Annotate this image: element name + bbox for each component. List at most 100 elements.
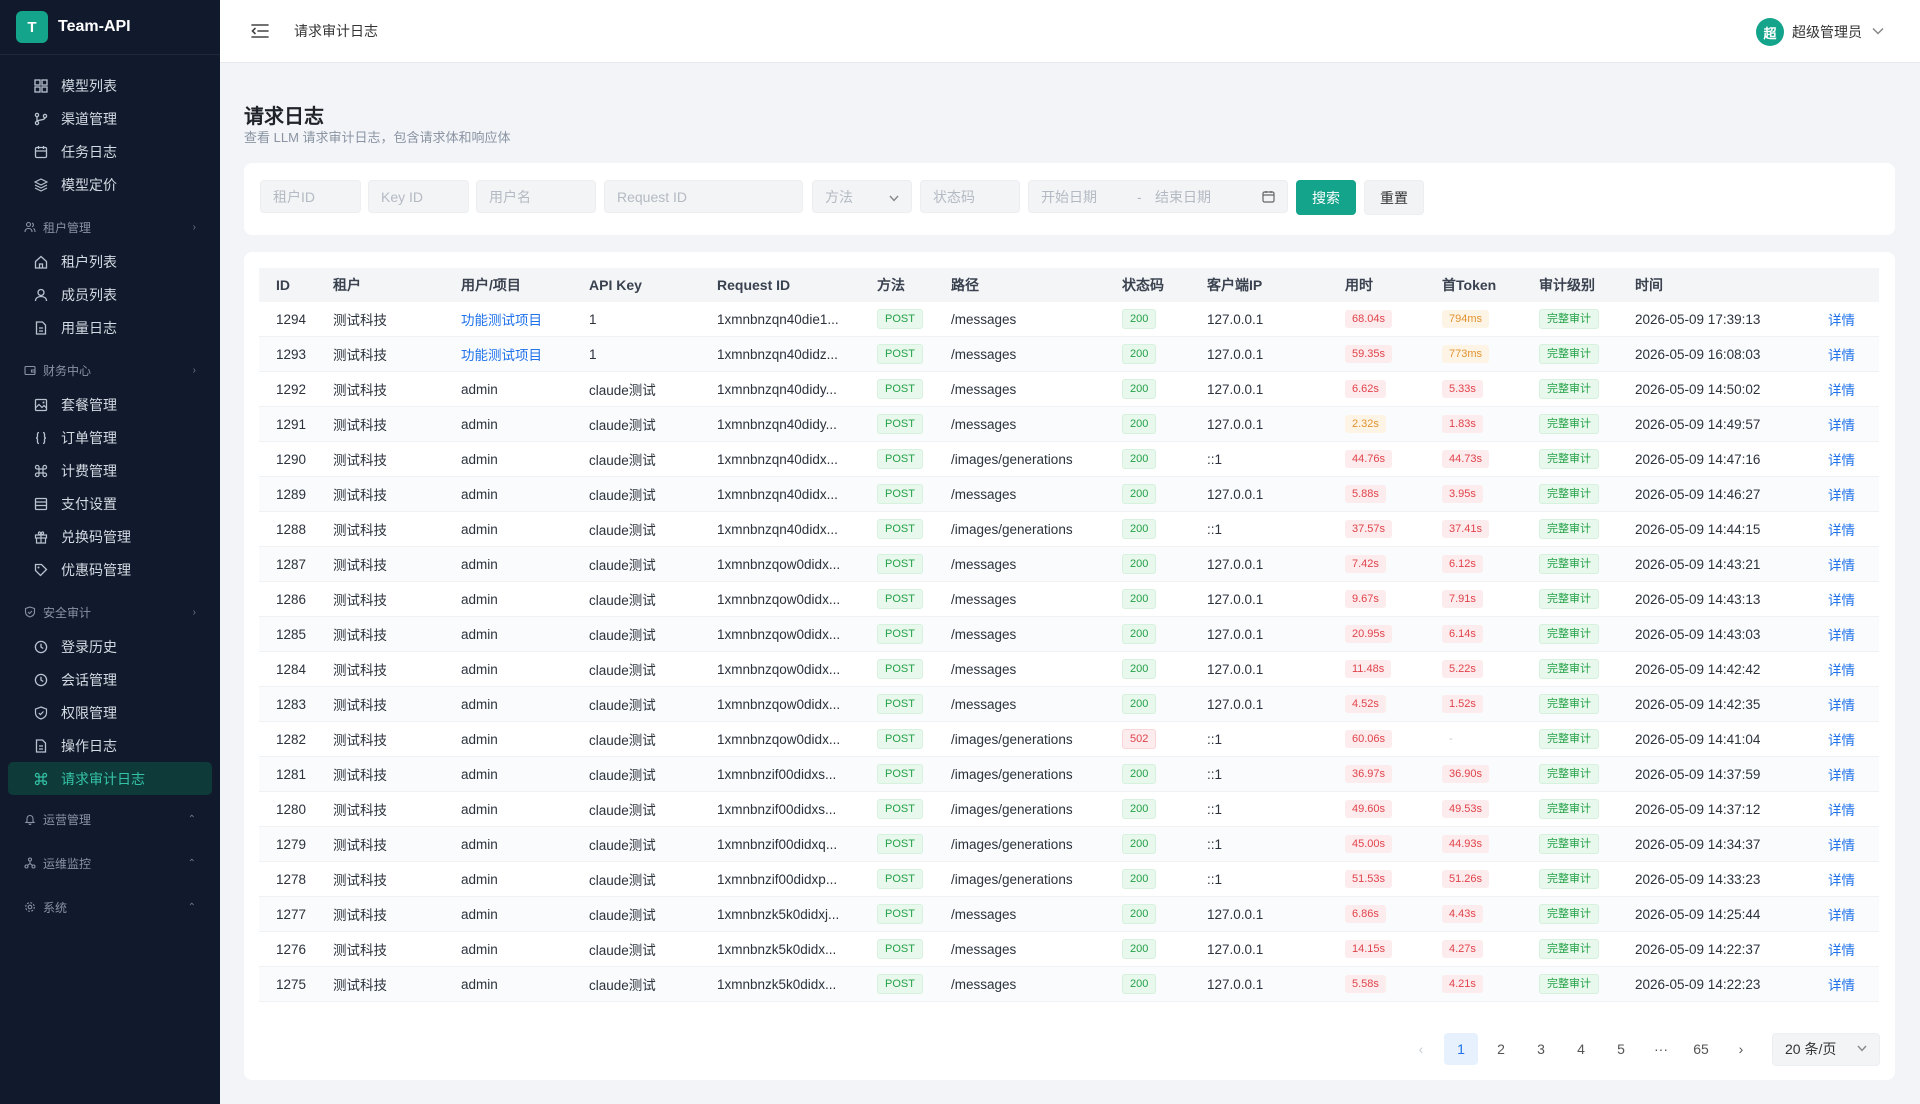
page-button[interactable]: 65 bbox=[1684, 1033, 1718, 1065]
details-link[interactable]: 详情 bbox=[1828, 379, 1879, 399]
prev-page-button[interactable]: ‹ bbox=[1404, 1033, 1438, 1065]
page-button[interactable]: 4 bbox=[1564, 1033, 1598, 1065]
table-row[interactable]: 1290 测试科技 admin claude测试 1xmnbnzqn40didx... P… bbox=[259, 442, 1879, 477]
username-field[interactable] bbox=[476, 180, 596, 213]
sidebar-item[interactable]: 登录历史 bbox=[8, 630, 212, 663]
details-link[interactable]: 详情 bbox=[1828, 729, 1879, 749]
next-page-button[interactable]: › bbox=[1724, 1033, 1758, 1065]
table-row[interactable]: 1276 测试科技 admin claude测试 1xmnbnzk5k0didx... P… bbox=[259, 932, 1879, 967]
cell-path: /messages bbox=[951, 486, 1017, 502]
date-range-picker[interactable]: 开始日期 - 结束日期 bbox=[1028, 180, 1288, 213]
brand[interactable]: T Team-API bbox=[0, 0, 220, 55]
table-row[interactable]: 1275 测试科技 admin claude测试 1xmnbnzk5k0didx... P… bbox=[259, 967, 1879, 1002]
sidebar-item[interactable]: 支付设置 bbox=[8, 487, 212, 520]
request-id-field[interactable] bbox=[604, 180, 803, 213]
table-row[interactable]: 1277 测试科技 admin claude测试 1xmnbnzk5k0didxj...… bbox=[259, 897, 1879, 932]
search-button[interactable]: 搜索 bbox=[1296, 180, 1356, 215]
details-link[interactable]: 详情 bbox=[1828, 449, 1879, 469]
tenant-id-field[interactable] bbox=[260, 180, 361, 213]
sidebar-item[interactable]: 模型定价 bbox=[8, 168, 212, 201]
sidebar-item[interactable]: 成员列表 bbox=[8, 278, 212, 311]
sidebar-group[interactable]: 安全审计 › bbox=[8, 594, 212, 630]
details-link[interactable]: 详情 bbox=[1828, 869, 1879, 889]
table-row[interactable]: 1293 测试科技 功能测试项目 1 1xmnbnzqn40didz... POST/me… bbox=[259, 337, 1879, 372]
sidebar-item[interactable]: 用量日志 bbox=[8, 311, 212, 344]
page-button[interactable]: 1 bbox=[1444, 1033, 1478, 1065]
menu-toggle-icon[interactable] bbox=[250, 21, 270, 41]
table-row[interactable]: 1294 测试科技 功能测试项目 1 1xmnbnzqn40die1... POST/me… bbox=[259, 302, 1879, 337]
page-button[interactable]: 2 bbox=[1484, 1033, 1518, 1065]
details-link[interactable]: 详情 bbox=[1828, 484, 1879, 504]
table-row[interactable]: 1280 测试科技 admin claude测试 1xmnbnzif00didxs...… bbox=[259, 792, 1879, 827]
sidebar-group[interactable]: 运营管理 ⌃ bbox=[8, 799, 212, 839]
table-row[interactable]: 1288 测试科技 admin claude测试 1xmnbnzqn40didx... P… bbox=[259, 512, 1879, 547]
sidebar-item[interactable]: 订单管理 bbox=[8, 421, 212, 454]
sidebar-group[interactable]: 财务中心 › bbox=[8, 352, 212, 388]
details-link[interactable]: 详情 bbox=[1828, 904, 1879, 924]
details-link[interactable]: 详情 bbox=[1828, 694, 1879, 714]
key-id-input[interactable] bbox=[381, 188, 468, 205]
page-button[interactable]: 5 bbox=[1604, 1033, 1638, 1065]
details-link[interactable]: 详情 bbox=[1828, 309, 1879, 329]
table-row[interactable]: 1289 测试科技 admin claude测试 1xmnbnzqn40didx... P… bbox=[259, 477, 1879, 512]
end-date-input[interactable]: 结束日期 bbox=[1155, 187, 1251, 207]
sidebar-item[interactable]: 权限管理 bbox=[8, 696, 212, 729]
user-menu[interactable]: 超 超级管理员 bbox=[1756, 18, 1884, 46]
cell-user-project[interactable]: 功能测试项目 bbox=[461, 309, 589, 329]
details-link[interactable]: 详情 bbox=[1828, 589, 1879, 609]
details-link[interactable]: 详情 bbox=[1828, 834, 1879, 854]
sidebar-item[interactable]: 计费管理 bbox=[8, 454, 212, 487]
details-link[interactable]: 详情 bbox=[1828, 344, 1879, 364]
details-link[interactable]: 详情 bbox=[1828, 659, 1879, 679]
table-row[interactable]: 1279 测试科技 admin claude测试 1xmnbnzif00didxq...… bbox=[259, 827, 1879, 862]
method-badge: POST bbox=[877, 309, 923, 329]
sidebar-item[interactable]: 租户列表 bbox=[8, 245, 212, 278]
request-id-input[interactable] bbox=[617, 188, 802, 205]
method-badge: POST bbox=[877, 519, 923, 539]
details-link[interactable]: 详情 bbox=[1828, 764, 1879, 784]
details-link[interactable]: 详情 bbox=[1828, 939, 1879, 959]
details-link[interactable]: 详情 bbox=[1828, 974, 1879, 994]
status-code-field[interactable] bbox=[920, 180, 1020, 213]
table-row[interactable]: 1281 测试科技 admin claude测试 1xmnbnzif00didxs...… bbox=[259, 757, 1879, 792]
table-row[interactable]: 1286 测试科技 admin claude测试 1xmnbnzqow0didx... P… bbox=[259, 582, 1879, 617]
cell-request-id: 1xmnbnzqow0didx... bbox=[717, 696, 841, 712]
table-row[interactable]: 1291 测试科技 admin claude测试 1xmnbnzqn40didy... P… bbox=[259, 407, 1879, 442]
username-input[interactable] bbox=[489, 188, 595, 205]
sidebar-group[interactable]: 运维监控 ⌃ bbox=[8, 843, 212, 883]
page-ellipsis[interactable]: ··· bbox=[1644, 1033, 1678, 1065]
sidebar-item-label: 用量日志 bbox=[61, 319, 117, 336]
details-link[interactable]: 详情 bbox=[1828, 799, 1879, 819]
table-row[interactable]: 1282 测试科技 admin claude测试 1xmnbnzqow0didx... P… bbox=[259, 722, 1879, 757]
sidebar-group[interactable]: 系统 ⌃ bbox=[8, 887, 212, 927]
sidebar-item[interactable]: 套餐管理 bbox=[8, 388, 212, 421]
page-size-select[interactable]: 20 条/页 bbox=[1772, 1032, 1880, 1066]
sidebar-item[interactable]: 优惠码管理 bbox=[8, 553, 212, 586]
sidebar-item[interactable]: 模型列表 bbox=[8, 69, 212, 102]
sidebar-item[interactable]: 请求审计日志 bbox=[8, 762, 212, 795]
sidebar-item[interactable]: 会话管理 bbox=[8, 663, 212, 696]
table-row[interactable]: 1285 测试科技 admin claude测试 1xmnbnzqow0didx... P… bbox=[259, 617, 1879, 652]
tenant-id-input[interactable] bbox=[273, 188, 360, 205]
method-select[interactable]: 方法 bbox=[812, 180, 912, 213]
details-link[interactable]: 详情 bbox=[1828, 624, 1879, 644]
table-row[interactable]: 1283 测试科技 admin claude测试 1xmnbnzqow0didx... P… bbox=[259, 687, 1879, 722]
sidebar-item[interactable]: 任务日志 bbox=[8, 135, 212, 168]
page-button[interactable]: 3 bbox=[1524, 1033, 1558, 1065]
reset-button[interactable]: 重置 bbox=[1364, 180, 1424, 215]
table-row[interactable]: 1292 测试科技 admin claude测试 1xmnbnzqn40didy... P… bbox=[259, 372, 1879, 407]
table-row[interactable]: 1284 测试科技 admin claude测试 1xmnbnzqow0didx... P… bbox=[259, 652, 1879, 687]
sidebar-item[interactable]: 渠道管理 bbox=[8, 102, 212, 135]
key-id-field[interactable] bbox=[368, 180, 469, 213]
details-link[interactable]: 详情 bbox=[1828, 554, 1879, 574]
table-row[interactable]: 1287 测试科技 admin claude测试 1xmnbnzqow0didx... P… bbox=[259, 547, 1879, 582]
sidebar-item[interactable]: 操作日志 bbox=[8, 729, 212, 762]
status-code-input[interactable] bbox=[933, 188, 1019, 205]
table-row[interactable]: 1278 测试科技 admin claude测试 1xmnbnzif00didxp...… bbox=[259, 862, 1879, 897]
sidebar-group[interactable]: 租户管理 › bbox=[8, 209, 212, 245]
sidebar-item[interactable]: 兑换码管理 bbox=[8, 520, 212, 553]
details-link[interactable]: 详情 bbox=[1828, 414, 1879, 434]
details-link[interactable]: 详情 bbox=[1828, 519, 1879, 539]
cell-user-project[interactable]: 功能测试项目 bbox=[461, 344, 589, 364]
start-date-input[interactable]: 开始日期 bbox=[1041, 187, 1137, 207]
